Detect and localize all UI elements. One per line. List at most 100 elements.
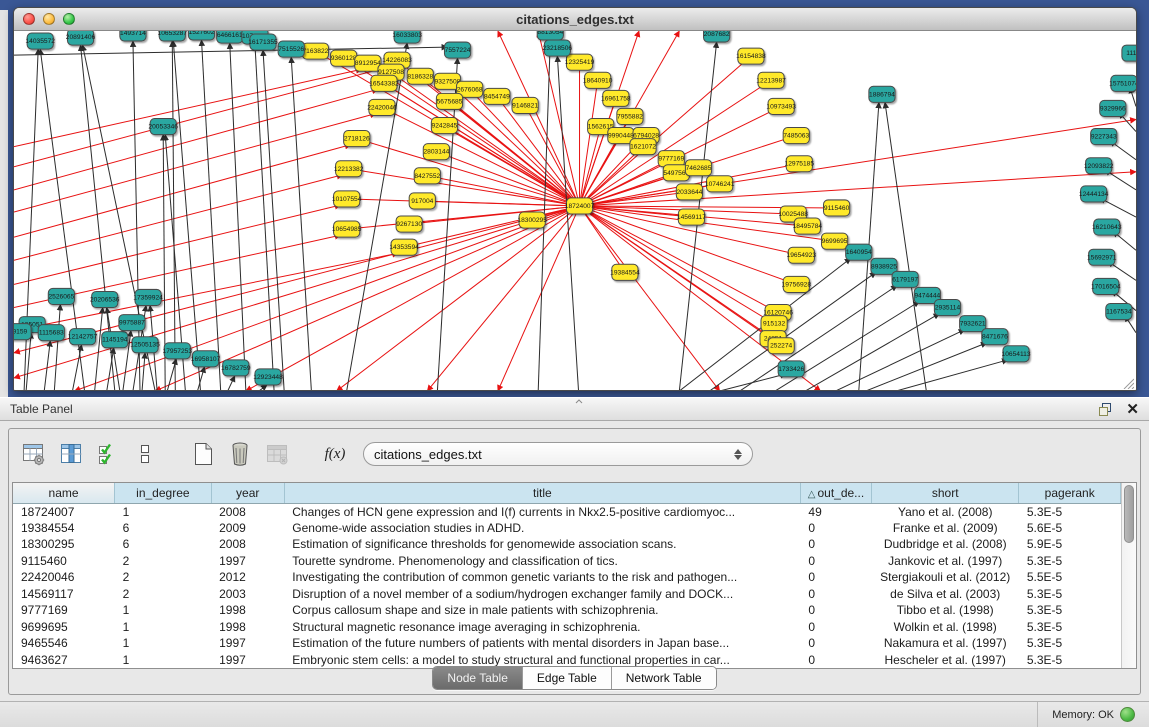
cell-in_degree[interactable]: 1 <box>115 503 212 520</box>
network-node[interactable]: 5675685 <box>436 93 462 109</box>
network-node[interactable]: 15751074 <box>1109 75 1136 91</box>
network-node[interactable]: 2718126 <box>344 131 370 147</box>
network-node[interactable]: 12444134 <box>1079 186 1109 202</box>
network-node[interactable]: 1115683 <box>38 325 64 341</box>
network-node[interactable]: 7955882 <box>617 108 643 124</box>
network-node[interactable]: 11173 <box>1122 45 1136 61</box>
network-node[interactable]: 8427552 <box>414 168 440 184</box>
network-node[interactable]: 8938925 <box>871 258 897 274</box>
cell-in_degree[interactable]: 6 <box>115 536 212 553</box>
cell-name[interactable]: 14569117 <box>13 586 115 603</box>
network-node[interactable]: 18300295 <box>517 212 547 228</box>
table-row[interactable]: 2242004622012Investigating the contribut… <box>13 569 1121 586</box>
table-row[interactable]: 969969511998Structural magnetic resonanc… <box>13 619 1121 636</box>
network-node[interactable]: 14353594 <box>389 239 419 255</box>
network-node[interactable]: 7485063 <box>783 128 809 144</box>
column-header-in_degree[interactable]: in_degree <box>115 483 212 503</box>
cell-out_de[interactable]: 0 <box>800 602 871 619</box>
cell-short[interactable]: de Silva et al. (2003) <box>872 586 1019 603</box>
network-node[interactable]: 10653287 <box>158 31 188 41</box>
network-node[interactable]: 12142757 <box>68 329 98 345</box>
cell-title[interactable]: Genome-wide association studies in ADHD. <box>284 520 800 537</box>
cell-pagerank[interactable]: 5.5E-5 <box>1019 569 1121 586</box>
network-node[interactable]: 9267130 <box>396 216 422 232</box>
column-header-pagerank[interactable]: pagerank <box>1019 483 1121 503</box>
table-select-dropdown[interactable]: citations_edges.txt <box>363 442 753 466</box>
network-node[interactable]: 1640954 <box>846 244 872 260</box>
network-node[interactable]: 16171355 <box>248 34 278 50</box>
network-node[interactable]: 23218506 <box>543 40 573 56</box>
network-node[interactable]: 8454749 <box>484 88 510 104</box>
network-node[interactable]: 252274 <box>768 338 794 354</box>
cell-pagerank[interactable]: 5.3E-5 <box>1019 635 1121 652</box>
cell-title[interactable]: Estimation of the future numbers of pati… <box>284 635 800 652</box>
cell-year[interactable]: 2008 <box>211 536 284 553</box>
network-node[interactable]: 9227343 <box>1091 129 1117 145</box>
cell-year[interactable]: 1998 <box>211 602 284 619</box>
network-node[interactable]: 7515526 <box>278 41 304 57</box>
network-node[interactable]: 12325419 <box>565 54 595 70</box>
cell-name[interactable]: 9699695 <box>13 619 115 636</box>
network-node[interactable]: 16961758 <box>601 90 631 106</box>
cell-year[interactable]: 1998 <box>211 619 284 636</box>
cell-title[interactable]: Structural magnetic resonance image aver… <box>284 619 800 636</box>
cell-title[interactable]: Investigating the contribution of common… <box>284 569 800 586</box>
cell-pagerank[interactable]: 5.3E-5 <box>1019 586 1121 603</box>
network-node[interactable]: 19384554 <box>610 264 640 280</box>
cell-out_de[interactable]: 49 <box>800 503 871 520</box>
cell-in_degree[interactable]: 1 <box>115 635 212 652</box>
network-node[interactable]: 10654113 <box>1002 346 1031 362</box>
network-node[interactable]: 1527602 <box>188 31 214 40</box>
delete-icon[interactable] <box>227 441 253 467</box>
cell-title[interactable]: Changes of HCN gene expression and I(f) … <box>284 503 800 520</box>
network-node[interactable]: 16154838 <box>736 48 766 64</box>
cell-pagerank[interactable]: 5.3E-5 <box>1019 602 1121 619</box>
cell-name[interactable]: 19384554 <box>13 520 115 537</box>
network-node[interactable]: 12213382 <box>334 161 364 177</box>
cell-out_de[interactable]: 0 <box>800 586 871 603</box>
cell-in_degree[interactable]: 2 <box>115 569 212 586</box>
cell-year[interactable]: 2009 <box>211 520 284 537</box>
network-node[interactable]: 10973493 <box>766 98 796 114</box>
network-node[interactable]: 18495784 <box>793 218 823 234</box>
table-row[interactable]: 1872400712008Changes of HCN gene express… <box>13 503 1121 520</box>
network-node[interactable]: 9975887 <box>119 315 145 331</box>
cell-short[interactable]: Nakamura et al. (1997) <box>872 635 1019 652</box>
network-node[interactable]: 7462685 <box>685 160 711 176</box>
network-node[interactable]: 20053346 <box>148 118 178 134</box>
network-node[interactable]: 1145194 <box>102 332 128 348</box>
network-node[interactable]: 6466161 <box>217 31 243 43</box>
network-node[interactable]: 16958107 <box>191 351 221 367</box>
cell-title[interactable]: Tourette syndrome. Phenomenology and cla… <box>284 553 800 570</box>
network-node[interactable]: 20891406 <box>66 31 96 45</box>
network-node[interactable]: 16033803 <box>392 31 422 43</box>
cell-pagerank[interactable]: 5.9E-5 <box>1019 536 1121 553</box>
column-header-short[interactable]: short <box>872 483 1019 503</box>
network-node[interactable]: 8471676 <box>982 329 1008 345</box>
network-node[interactable]: 9699695 <box>821 233 847 249</box>
network-node[interactable]: 14035572 <box>25 33 55 49</box>
cell-pagerank[interactable]: 5.6E-5 <box>1019 520 1121 537</box>
network-node[interactable]: 18640910 <box>583 72 613 88</box>
cell-short[interactable]: Stergiakouli et al. (2012) <box>872 569 1019 586</box>
network-node[interactable]: 20206536 <box>90 291 120 307</box>
cell-out_de[interactable]: 0 <box>800 569 871 586</box>
network-node[interactable]: 12213987 <box>756 72 786 88</box>
cell-name[interactable]: 18724007 <box>13 503 115 520</box>
cell-name[interactable]: 9465546 <box>13 635 115 652</box>
cell-short[interactable]: Jankovic et al. (1997) <box>872 553 1019 570</box>
table-row[interactable]: 946554611997Estimation of the future num… <box>13 635 1121 652</box>
network-node[interactable]: 9329966 <box>1100 100 1126 116</box>
network-node[interactable]: 16210643 <box>1092 219 1122 235</box>
network-node[interactable]: 16782759 <box>221 360 251 376</box>
network-node[interactable]: 7557224 <box>444 42 470 58</box>
table-row[interactable]: 1938455462009Genome-wide association stu… <box>13 520 1121 537</box>
cell-short[interactable]: Tibbo et al. (1998) <box>872 602 1019 619</box>
select-mode-icon[interactable] <box>95 441 121 467</box>
network-node[interactable]: 16543382 <box>369 75 399 91</box>
cell-year[interactable]: 1997 <box>211 635 284 652</box>
network-node[interactable]: 2803144 <box>423 144 449 160</box>
table-row[interactable]: 1456911722003Disruption of a novel membe… <box>13 586 1121 603</box>
cell-in_degree[interactable]: 2 <box>115 586 212 603</box>
network-window-titlebar[interactable]: citations_edges.txt <box>14 8 1136 31</box>
